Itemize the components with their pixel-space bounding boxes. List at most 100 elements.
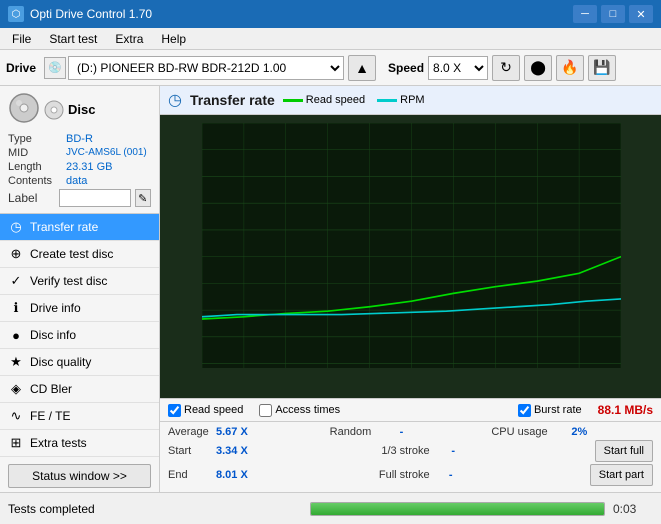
stat-cpu: CPU usage 2%: [491, 426, 653, 438]
checkbox-burst-rate[interactable]: Burst rate: [518, 404, 582, 417]
disc-section-label: Disc: [68, 102, 95, 117]
disc-contents-val: data: [66, 175, 87, 187]
legend-rpm: RPM: [377, 94, 424, 106]
minimize-button[interactable]: ─: [573, 5, 597, 23]
burst-rate-value: 88.1 MB/s: [598, 403, 653, 417]
window-controls: ─ □ ✕: [573, 5, 653, 23]
stat-stroke13: 1/3 stroke -: [381, 440, 594, 462]
burst-rate-checkbox[interactable]: [518, 404, 531, 417]
burn-button[interactable]: 🔥: [556, 55, 584, 81]
nav-fe-te[interactable]: ∿ FE / TE: [0, 403, 159, 430]
cpu-val: 2%: [571, 426, 611, 438]
chart-title: Transfer rate: [190, 92, 275, 108]
start-key: Start: [168, 445, 216, 457]
menu-file[interactable]: File: [4, 30, 39, 48]
checkbox-read-speed[interactable]: Read speed: [168, 404, 243, 417]
menu-help[interactable]: Help: [153, 30, 194, 48]
sidebar: Disc Type BD-R MID JVC-AMS6L (001) Lengt…: [0, 86, 160, 492]
menu-bar: File Start test Extra Help: [0, 28, 661, 50]
full-stroke-key: Full stroke: [379, 469, 449, 481]
verify-disc-icon: ✓: [8, 273, 24, 289]
disc-length-val: 23.31 GB: [66, 161, 112, 173]
nav-extra-tests[interactable]: ⊞ Extra tests: [0, 430, 159, 457]
maximize-button[interactable]: □: [601, 5, 625, 23]
nav-disc-quality[interactable]: ★ Disc quality: [0, 349, 159, 376]
stats-row-1: Average 5.67 X Random - CPU usage 2%: [168, 426, 653, 438]
disc-label-input[interactable]: [59, 189, 131, 207]
transfer-rate-icon: ◷: [8, 219, 24, 235]
close-button[interactable]: ✕: [629, 5, 653, 23]
nav-verify-test-disc-label: Verify test disc: [30, 274, 107, 288]
app-icon: ⬡: [8, 6, 24, 22]
disc-label-key: Label: [8, 191, 55, 205]
cd-bler-icon: ◈: [8, 381, 24, 397]
nav-extra-tests-label: Extra tests: [30, 436, 87, 450]
main-area: Disc Type BD-R MID JVC-AMS6L (001) Lengt…: [0, 86, 661, 492]
random-val: -: [400, 426, 430, 438]
speed-select[interactable]: 8.0 X: [428, 56, 488, 80]
disc-contents-key: Contents: [8, 175, 66, 187]
nav-cd-bler-label: CD Bler: [30, 382, 72, 396]
chart-checkboxes: Read speed Access times Burst rate 88.1 …: [160, 398, 661, 421]
legend-read-speed: Read speed: [283, 94, 365, 106]
end-key: End: [168, 469, 216, 481]
save-button[interactable]: 💾: [588, 55, 616, 81]
start-val: 3.34 X: [216, 445, 256, 457]
nav-fe-te-label: FE / TE: [30, 409, 70, 423]
disc-contents-row: Contents data: [8, 175, 151, 187]
disc-quality-icon: ★: [8, 354, 24, 370]
stats-row-3: End 8.01 X Full stroke - Start part: [168, 464, 653, 486]
legend-read-speed-color: [283, 99, 303, 102]
title-bar: ⬡ Opti Drive Control 1.70 ─ □ ✕: [0, 0, 661, 28]
disc-length-key: Length: [8, 161, 66, 173]
average-val: 5.67 X: [216, 426, 256, 438]
disc-type-row: Type BD-R: [8, 133, 151, 145]
disc-mid-val: JVC-AMS6L (001): [66, 147, 147, 159]
nav-disc-info[interactable]: ● Disc info: [0, 322, 159, 349]
nav-transfer-rate[interactable]: ◷ Transfer rate: [0, 214, 159, 241]
disc-length-row: Length 23.31 GB: [8, 161, 151, 173]
refresh-button[interactable]: ↻: [492, 55, 520, 81]
status-bar: Tests completed 0:03: [0, 492, 661, 524]
average-key: Average: [168, 426, 216, 438]
create-disc-icon: ⊕: [8, 246, 24, 262]
toolbar: Drive 💿 (D:) PIONEER BD-RW BDR-212D 1.00…: [0, 50, 661, 86]
nav-cd-bler[interactable]: ◈ CD Bler: [0, 376, 159, 403]
stat-end: End 8.01 X: [168, 464, 379, 486]
settings-button[interactable]: ⬤: [524, 55, 552, 81]
cpu-key: CPU usage: [491, 426, 571, 438]
legend-read-speed-label: Read speed: [306, 94, 365, 106]
disc-type-key: Type: [8, 133, 66, 145]
drive-info-icon: ℹ: [8, 300, 24, 316]
nav-drive-info-label: Drive info: [30, 301, 81, 315]
nav-disc-info-label: Disc info: [30, 328, 76, 342]
disc-label-button[interactable]: ✎: [135, 189, 151, 207]
chart-svg: 18 X 16 X 14 X 12 X 10 X 8 X 6 X 4 X 2 X…: [202, 123, 621, 368]
menu-start-test[interactable]: Start test: [41, 30, 105, 48]
stroke13-val: -: [451, 445, 481, 457]
chart-area: ◷ Transfer rate Read speed RPM: [160, 86, 661, 492]
fe-te-icon: ∿: [8, 408, 24, 424]
read-speed-checkbox[interactable]: [168, 404, 181, 417]
disc-info-icon: ●: [8, 327, 24, 343]
access-times-checkbox[interactable]: [259, 404, 272, 417]
checkbox-access-times[interactable]: Access times: [259, 404, 340, 417]
start-full-button[interactable]: Start full: [595, 440, 653, 462]
chart-container: 18 X 16 X 14 X 12 X 10 X 8 X 6 X 4 X 2 X…: [160, 115, 661, 398]
end-val: 8.01 X: [216, 469, 256, 481]
drive-select[interactable]: (D:) PIONEER BD-RW BDR-212D 1.00: [68, 56, 344, 80]
progress-container: [310, 502, 606, 516]
nav-create-test-disc[interactable]: ⊕ Create test disc: [0, 241, 159, 268]
chart-header: ◷ Transfer rate Read speed RPM: [160, 86, 661, 115]
legend-rpm-color: [377, 99, 397, 102]
status-text: Tests completed: [8, 502, 302, 516]
start-part-button[interactable]: Start part: [590, 464, 653, 486]
menu-extra[interactable]: Extra: [107, 30, 151, 48]
status-window-button[interactable]: Status window >>: [8, 464, 151, 488]
disc-type-val: BD-R: [66, 133, 93, 145]
disc-label-row: Label ✎: [8, 189, 151, 207]
nav-verify-test-disc[interactable]: ✓ Verify test disc: [0, 268, 159, 295]
nav-drive-info[interactable]: ℹ Drive info: [0, 295, 159, 322]
disc-mid-key: MID: [8, 147, 66, 159]
eject-button[interactable]: ▲: [348, 55, 376, 81]
